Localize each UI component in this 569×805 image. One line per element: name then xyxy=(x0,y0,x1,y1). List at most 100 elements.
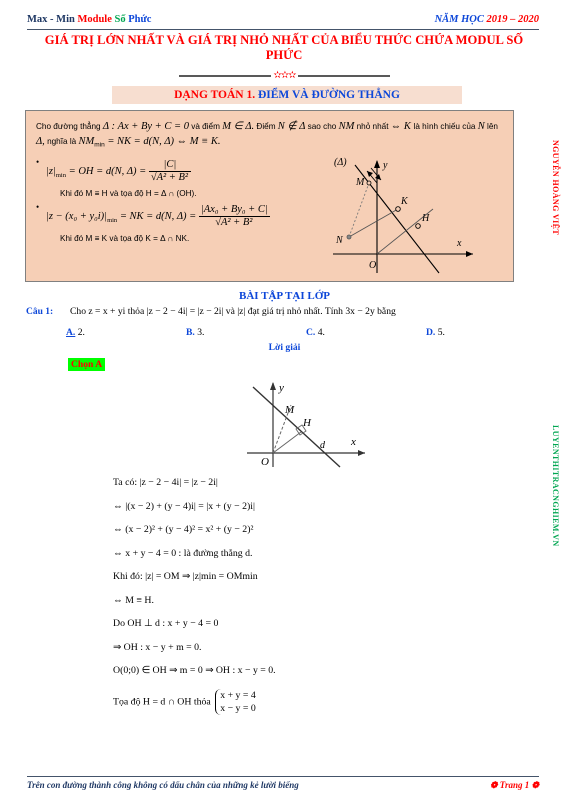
side-author-text: NGUYỄN HOÀNG VIỆT xyxy=(551,140,560,236)
choice-a-key: A. xyxy=(66,327,76,338)
system-equation-1: x + y = 4 xyxy=(220,689,256,701)
side-website-text: LUYENTHITRACNGHIEM.VN xyxy=(551,425,560,547)
header-namhoc-text: NĂM HỌC xyxy=(434,14,487,25)
final-step-prefix: Tọa độ H = d ∩ OH thỏa xyxy=(113,695,211,707)
solution-steps: Ta có: |z − 2 − 4i| = |z − 2i| ⇔ |(x − 2… xyxy=(113,477,543,727)
section-banner: DẠNG TOÁN 1. ĐIỂM VÀ ĐƯỜNG THẲNG xyxy=(112,86,462,104)
footer-ornament-right: ❁ xyxy=(531,780,539,790)
solution-final-step: Tọa độ H = d ∩ OH thỏa x + y = 4 x − y =… xyxy=(113,688,543,715)
diagram1-label-N: N xyxy=(335,235,344,246)
footer-divider xyxy=(27,776,539,777)
footer-page-label: Trang 1 xyxy=(499,780,530,790)
choice-d-value: 5. xyxy=(437,327,445,338)
solution-step: ⇔ x + y − 4 = 0 : là đường thẳng d. xyxy=(113,547,253,559)
theory-point-N: N ∉ Δ xyxy=(277,121,306,132)
formula2-denominator: √A² + B² xyxy=(215,215,254,228)
star-divider: ✫✫✫ xyxy=(0,70,569,81)
diagram2-label-M: M xyxy=(284,404,295,416)
section-banner-prefix: DẠNG TOÁN 1. xyxy=(174,89,258,101)
formula2-mid: = NK = d(N, Δ) = xyxy=(117,210,199,222)
system-equation-2: x − y = 0 xyxy=(220,702,256,714)
choice-a[interactable]: A. 2. xyxy=(66,327,186,338)
diagram2-label-x: x xyxy=(350,436,356,448)
theory-intro-3: Điểm xyxy=(254,122,278,131)
page-header: Max - Min Module Số Phức NĂM HỌC 2019 – … xyxy=(27,14,539,25)
question-text: Cho z = x + yi thỏa |z − 2 − 4i| = |z − … xyxy=(70,306,396,317)
solution-step: ⇔ M ≡ H. xyxy=(113,594,154,606)
header-right-year: NĂM HỌC 2019 – 2020 xyxy=(435,14,539,25)
footer-page-number: ❁ Trang 1 ❁ xyxy=(490,780,539,791)
theory-NM-min: NM xyxy=(78,136,95,147)
solution-diagram: y x O M H d xyxy=(247,382,365,468)
choice-d-key: D. xyxy=(426,327,436,338)
theory-point-M: M ∈ Δ. xyxy=(222,121,255,132)
solution-step: ⇔ (x − 2)² + (y − 4)² = x² + (y − 2)² xyxy=(113,524,254,535)
solution-step: Do OH ⊥ d : x + y − 4 = 0 xyxy=(113,618,219,629)
theory-segment-NM: NM xyxy=(338,121,355,132)
choice-c[interactable]: C. 4. xyxy=(306,327,426,338)
question-label: Câu 1: xyxy=(26,307,54,317)
diagram2-label-d: d xyxy=(320,440,326,451)
header-module-text: Module xyxy=(77,14,115,25)
formula2-fraction: |Ax₀ + By₀ + C| √A² + B² xyxy=(198,204,270,229)
answer-choices: A. 2. B. 3. C. 4. D. 5. xyxy=(66,327,546,338)
header-so-text: Số xyxy=(114,14,129,25)
diagram1-label-delta: (Δ) xyxy=(334,157,347,168)
footer-ornament-left: ❁ xyxy=(489,780,498,790)
theory-point-N2: N xyxy=(477,121,485,132)
solution-heading: Lời giải xyxy=(268,342,301,353)
solution-step: Khi đó: |z| = OM ⇒ |z|min = OMmin xyxy=(113,571,258,582)
header-divider xyxy=(27,29,539,30)
formula1-mid: = OH = d(N, Δ) = xyxy=(65,165,149,177)
formula1-lhs: |z| xyxy=(46,165,56,177)
choice-c-value: 4. xyxy=(317,327,325,338)
theory-intro-6: là hình chiếu của xyxy=(413,122,478,131)
diagram1-label-M: M xyxy=(355,177,365,188)
stars-ornament: ✫✫✫ xyxy=(273,70,296,81)
theory-intro-paragraph: Cho đường thẳng Δ : Ax + By + C = 0 và đ… xyxy=(36,119,503,153)
theory-intro-7: lên xyxy=(484,122,498,131)
document-page: Max - Min Module Số Phức NĂM HỌC 2019 – … xyxy=(0,0,569,805)
theory-NM-min-rest: = NK = d(N, Δ) ⇔ M ≡ K. xyxy=(104,136,221,147)
divider-bar-right xyxy=(297,74,390,77)
diagram2-label-H: H xyxy=(302,417,312,429)
solution-step: Ta có: |z − 2 − 4i| = |z − 2i| xyxy=(113,477,218,488)
choice-c-key: C. xyxy=(306,327,316,338)
page-footer: Trên con đường thành công không có dấu c… xyxy=(27,780,539,791)
header-year-range: 2019 – 2020 xyxy=(486,14,540,25)
solution-step: ⇒ OH : x − y + m = 0. xyxy=(113,641,202,653)
diagram1-label-y: y xyxy=(382,160,388,171)
theory-line-equation: Δ : Ax + By + C = 0 xyxy=(102,121,189,132)
section-banner-suffix: ĐIỂM VÀ ĐƯỜNG THẲNG xyxy=(257,89,400,101)
choice-b-key: B. xyxy=(186,327,195,338)
solution-step: O(0;0) ∈ OH ⇒ m = 0 ⇒ OH : x − y = 0. xyxy=(113,665,276,676)
theory-box: Cho đường thẳng Δ : Ax + By + C = 0 và đ… xyxy=(25,110,514,282)
chosen-answer-badge: Chọn A xyxy=(68,358,106,371)
formula1-fraction: |C| √A² + B² xyxy=(148,159,192,184)
choice-b[interactable]: B. 3. xyxy=(186,327,306,338)
diagram2-label-y: y xyxy=(278,382,284,394)
header-maxmin-text: Max - Min xyxy=(27,14,78,25)
formula1-numerator: |C| xyxy=(148,159,192,172)
formula2-lhs: |z − (x₀ + y₀i)| xyxy=(46,210,108,222)
solution-step: ⇔ |(x − 2) + (y − 4)i| = |x + (y − 2)i| xyxy=(113,500,255,512)
formula2-numerator: |Ax₀ + By₀ + C| xyxy=(198,204,270,217)
diagram1-label-O: O xyxy=(369,260,376,271)
diagram1-label-x: x xyxy=(456,238,462,249)
theory-NM-min-sub: min xyxy=(94,141,105,149)
theory-diagram: (Δ) y x O M N K H xyxy=(333,157,473,274)
theory-intro-4: sao cho xyxy=(305,122,339,131)
header-phuc-text: Phức xyxy=(128,14,152,25)
diagram1-label-H: H xyxy=(421,213,430,224)
theory-iff-symbol: ⇔ xyxy=(390,121,402,132)
question-block: Câu 1: Cho z = x + yi thỏa |z − 2 − 4i| =… xyxy=(26,306,542,317)
formula2-lhs-sub: min xyxy=(107,216,118,224)
diagram1-label-K: K xyxy=(400,196,409,207)
system-of-equations: x + y = 4 x − y = 0 xyxy=(215,688,256,715)
choice-a-value: 2. xyxy=(77,327,85,338)
header-left-title: Max - Min Module Số Phức xyxy=(27,14,151,25)
theory-intro-8: nghĩa là xyxy=(44,137,79,146)
theory-intro-2: và điểm xyxy=(188,122,223,131)
divider-bar-left xyxy=(179,74,272,77)
choice-d[interactable]: D. 5. xyxy=(426,327,546,338)
